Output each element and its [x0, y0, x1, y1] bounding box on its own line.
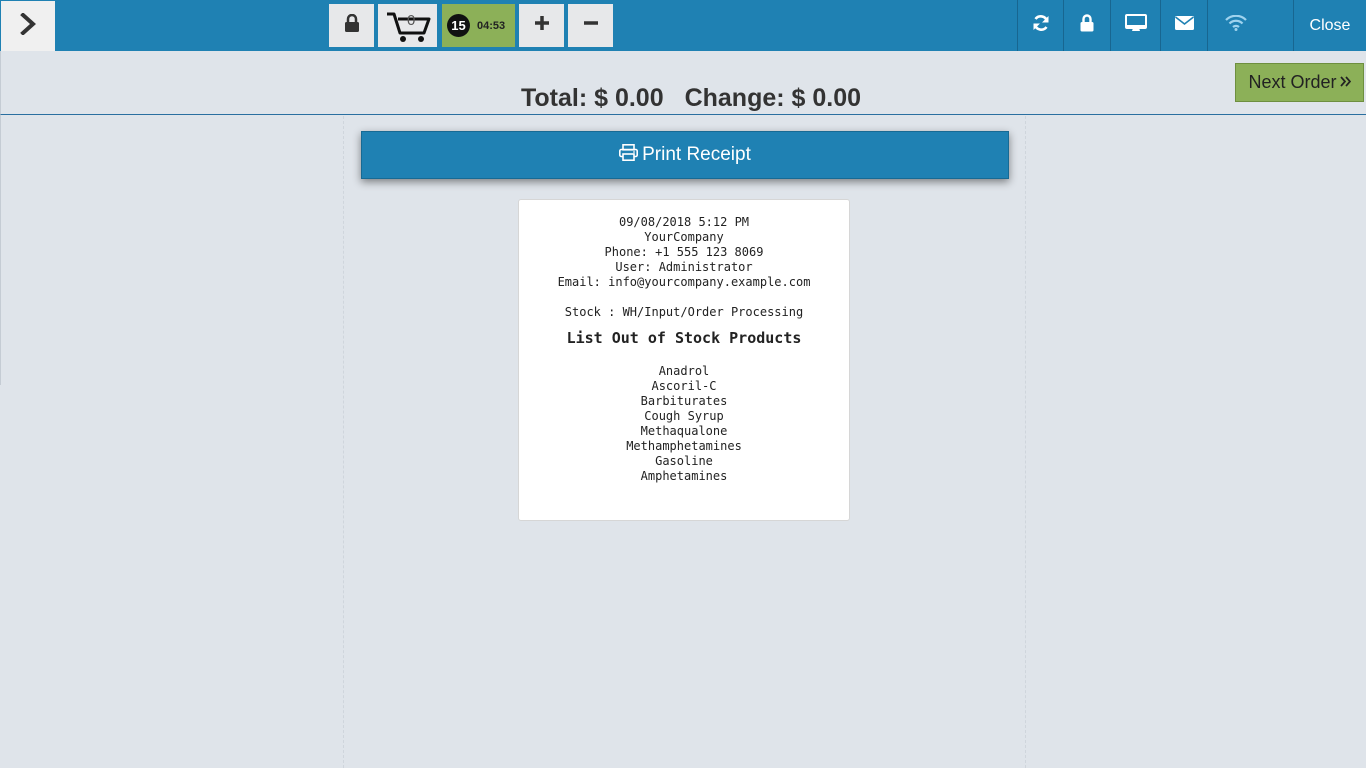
payment-summary: Total: $ 0.00 Change: $ 0.00 Next Order: [0, 51, 1366, 115]
receipt-user: User: Administrator: [615, 260, 753, 274]
receipt-phone: Phone: +1 555 123 8069: [604, 245, 764, 259]
order-timer[interactable]: 15 04:53: [442, 4, 515, 47]
minus-icon: [583, 15, 599, 36]
messages-button[interactable]: [1160, 0, 1207, 51]
toggle-sidebar-button[interactable]: [1, 1, 55, 51]
customer-display-button[interactable]: [1110, 0, 1160, 51]
left-border: [0, 115, 1, 385]
total-value: $ 0.00: [594, 84, 664, 112]
order-count-badge: 15: [447, 14, 470, 37]
receipt-title: List Out of Stock Products: [566, 329, 802, 347]
receipt-company: YourCompany: [644, 230, 724, 244]
receipt-datetime: 09/08/2018 5:12 PM: [618, 215, 750, 229]
next-order-label: Next Order: [1248, 72, 1337, 92]
product-item: Anadrol: [658, 364, 710, 378]
product-item: Methaqualone: [640, 424, 728, 438]
plus-icon: [534, 15, 550, 36]
chevron-right-icon: [20, 11, 36, 40]
print-receipt-label: Print Receipt: [642, 144, 751, 165]
product-item: Methamphetamines: [626, 439, 742, 453]
connection-status[interactable]: [1207, 0, 1293, 51]
product-item: Amphetamines: [640, 469, 728, 483]
double-chevron-right-icon: [1339, 74, 1351, 92]
top-bar: 0 15 04:53 Close: [0, 0, 1366, 51]
cart-count: 0: [407, 12, 416, 29]
wifi-icon: [1225, 14, 1247, 36]
receipt-stock-location: Stock : WH/Input/Order Processing: [564, 305, 804, 319]
receipt: 09/08/2018 5:12 PM YourCompany Phone: +1…: [518, 199, 850, 521]
add-order-button[interactable]: [519, 4, 564, 47]
refresh-icon: [1032, 14, 1050, 37]
product-item: Cough Syrup: [644, 409, 724, 423]
lock-icon: [344, 13, 360, 38]
envelope-icon: [1174, 16, 1194, 35]
cart-button[interactable]: 0: [378, 4, 437, 47]
total-label: Total:: [520, 84, 588, 112]
change-label: Change:: [684, 84, 785, 112]
lock-icon: [1080, 14, 1094, 37]
sync-button[interactable]: [1017, 0, 1063, 51]
print-receipt-button[interactable]: Print Receipt: [361, 131, 1009, 179]
change-value: $ 0.00: [791, 84, 862, 112]
receipt-email: Email: info@yourcompany.example.com: [557, 275, 811, 289]
totals-line: Total: $ 0.00 Change: $ 0.00: [1, 84, 1366, 113]
product-item: Barbiturates: [640, 394, 728, 408]
timer-time: 04:53: [477, 19, 506, 32]
next-order-button[interactable]: Next Order: [1235, 63, 1364, 102]
monitor-icon: [1124, 13, 1147, 38]
product-item: Gasoline: [655, 454, 713, 468]
remove-order-button[interactable]: [568, 4, 613, 47]
lock-screen-button[interactable]: [1063, 0, 1110, 51]
status-icons: Close: [1017, 0, 1366, 51]
printer-icon: [619, 143, 642, 167]
product-item: Ascoril-C: [651, 379, 717, 393]
lock-button[interactable]: [329, 4, 374, 47]
close-button[interactable]: Close: [1293, 0, 1366, 51]
